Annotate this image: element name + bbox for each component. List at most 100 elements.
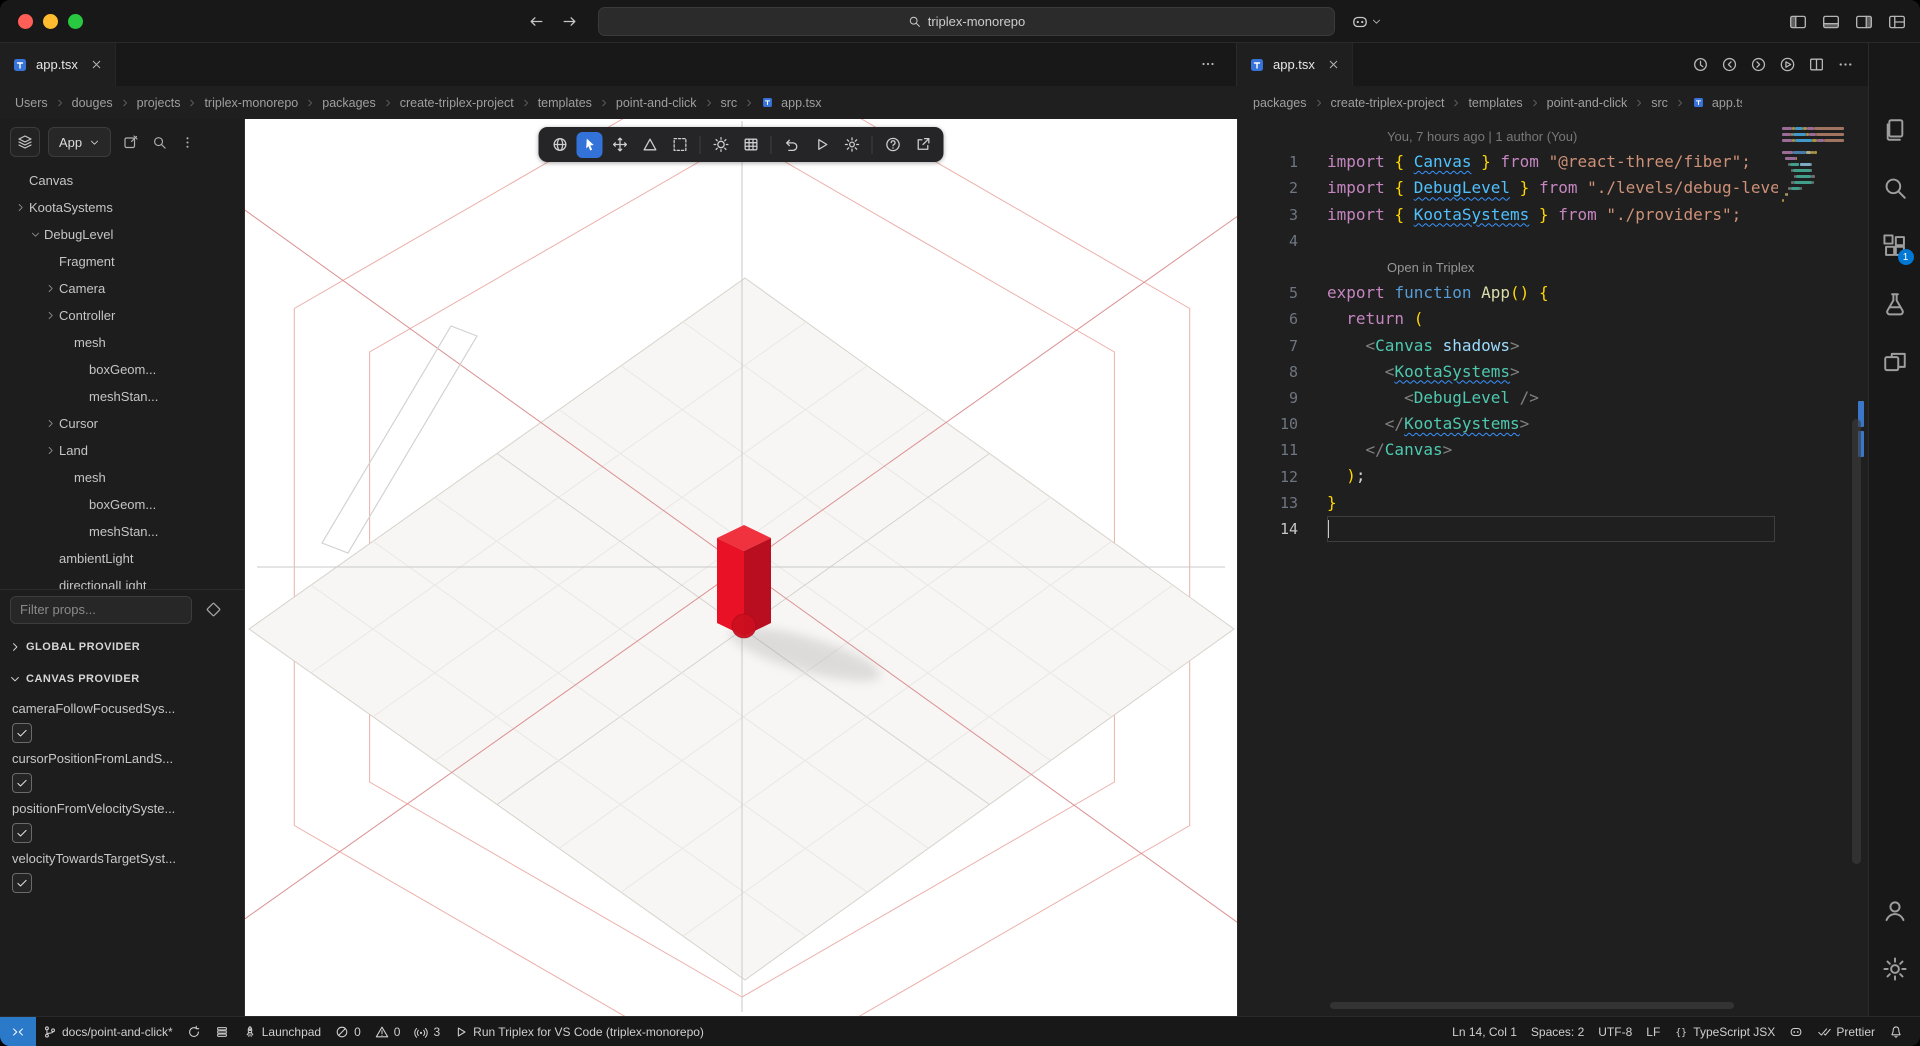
- next-change-icon[interactable]: [1750, 56, 1767, 73]
- provider-checkbox[interactable]: [12, 723, 32, 743]
- undo-icon[interactable]: [779, 132, 805, 158]
- code-line-6[interactable]: 6 return (: [1238, 306, 1783, 332]
- tree-item-mesh[interactable]: mesh: [0, 464, 244, 491]
- more-actions-icon[interactable]: [1200, 56, 1216, 72]
- section-canvas-provider[interactable]: CANVAS PROVIDER: [0, 665, 244, 693]
- status-formatter[interactable]: Prettier: [1810, 1017, 1882, 1046]
- toggle-primary-sidebar-icon[interactable]: [1789, 13, 1807, 31]
- tree-item-ambientlight[interactable]: ambientLight: [0, 545, 244, 572]
- status-warnings[interactable]: 0: [368, 1017, 408, 1046]
- minimap[interactable]: [1778, 119, 1846, 1016]
- extensions-icon[interactable]: 1: [1871, 223, 1919, 269]
- navigate-forward-icon[interactable]: [561, 13, 578, 30]
- section-global-provider[interactable]: GLOBAL PROVIDER: [0, 633, 244, 661]
- globe-icon[interactable]: [547, 132, 573, 158]
- code-editor[interactable]: You, 7 hours ago | 1 author (You)1import…: [1237, 119, 1868, 1016]
- status-stack[interactable]: [208, 1017, 236, 1046]
- status-ports[interactable]: 3: [407, 1017, 447, 1046]
- breadcrumb-item[interactable]: packages: [322, 96, 376, 110]
- chevron-right-icon[interactable]: [42, 310, 59, 321]
- zoom-window-button[interactable]: [68, 14, 83, 29]
- prev-change-icon[interactable]: [1721, 56, 1738, 73]
- split-editor-icon[interactable]: [1808, 56, 1825, 73]
- scene-render[interactable]: [245, 119, 1237, 1016]
- chevron-right-icon[interactable]: [42, 283, 59, 294]
- layers-button[interactable]: [10, 127, 40, 157]
- status-remote[interactable]: [0, 1017, 36, 1046]
- breadcrumb-item[interactable]: Users: [15, 96, 48, 110]
- breadcrumb-item[interactable]: templates: [1468, 96, 1522, 110]
- vertical-scrollbar[interactable]: [1852, 419, 1861, 864]
- code-line-5[interactable]: 5export function App() {: [1238, 280, 1783, 306]
- provider-checkbox[interactable]: [12, 773, 32, 793]
- gear-icon[interactable]: [839, 132, 865, 158]
- horizontal-scrollbar[interactable]: [1330, 1002, 1734, 1009]
- code-line-14[interactable]: 14: [1238, 516, 1783, 542]
- tree-item-camera[interactable]: Camera: [0, 275, 244, 302]
- component-select[interactable]: App: [48, 127, 111, 157]
- breadcrumb-item[interactable]: create-triplex-project: [400, 96, 514, 110]
- tree-item-mesh[interactable]: mesh: [0, 329, 244, 356]
- status-encoding[interactable]: UTF-8: [1591, 1017, 1639, 1046]
- 3d-viewport[interactable]: [245, 119, 1237, 1016]
- tab-editor-app-tsx[interactable]: app.tsx: [1237, 43, 1353, 86]
- minimize-window-button[interactable]: [43, 14, 58, 29]
- code-line-12[interactable]: 12 );: [1238, 463, 1783, 489]
- account-icon[interactable]: [1871, 888, 1919, 934]
- breadcrumb-item[interactable]: src: [721, 96, 738, 110]
- status-copilot[interactable]: [1782, 1017, 1810, 1046]
- toggle-blame-icon[interactable]: [1692, 56, 1709, 73]
- close-icon[interactable]: [90, 58, 103, 71]
- tree-item-boxgeom-[interactable]: boxGeom...: [0, 491, 244, 518]
- navigate-back-icon[interactable]: [528, 13, 545, 30]
- status-sync[interactable]: [180, 1017, 208, 1046]
- code-line-2[interactable]: 2import { DebugLevel } from "./levels/de…: [1238, 175, 1783, 201]
- customize-layout-icon[interactable]: [1888, 13, 1906, 31]
- search-icon[interactable]: [152, 135, 167, 150]
- status-launchpad[interactable]: Launchpad: [236, 1017, 328, 1046]
- tree-item-kootasystems[interactable]: KootaSystems: [0, 194, 244, 221]
- codelens-open-in-triplex[interactable]: Open in Triplex: [1238, 254, 1783, 280]
- breadcrumb-item[interactable]: point-and-click: [1547, 96, 1628, 110]
- tree-item-debuglevel[interactable]: DebugLevel: [0, 221, 244, 248]
- windows-icon[interactable]: [1871, 339, 1919, 385]
- code-line-7[interactable]: 7 <Canvas shadows>: [1238, 333, 1783, 359]
- status-cursor-position[interactable]: Ln 14, Col 1: [1445, 1017, 1524, 1046]
- select-cursor-icon[interactable]: [577, 132, 603, 158]
- settings-gear-icon[interactable]: [1871, 946, 1919, 992]
- sun-icon[interactable]: [708, 132, 734, 158]
- toggle-panel-icon[interactable]: [1822, 13, 1840, 31]
- status-errors[interactable]: 0: [328, 1017, 368, 1046]
- marquee-icon[interactable]: [667, 132, 693, 158]
- run-circle-icon[interactable]: [1779, 56, 1796, 73]
- tab-triplex-app-tsx[interactable]: app.tsx: [0, 43, 116, 86]
- close-window-button[interactable]: [18, 14, 33, 29]
- red-sphere[interactable]: [732, 614, 756, 638]
- tree-item-canvas[interactable]: Canvas: [0, 167, 244, 194]
- status-eol[interactable]: LF: [1639, 1017, 1667, 1046]
- provider-checkbox[interactable]: [12, 823, 32, 843]
- code-line-10[interactable]: 10 </KootaSystems>: [1238, 411, 1783, 437]
- breadcrumb-item[interactable]: create-triplex-project: [1331, 96, 1445, 110]
- play-icon[interactable]: [809, 132, 835, 158]
- breadcrumb-item[interactable]: templates: [538, 96, 592, 110]
- close-icon[interactable]: [1327, 58, 1340, 71]
- status-language[interactable]: {}TypeScript JSX: [1667, 1017, 1782, 1046]
- kebab-menu-icon[interactable]: [180, 135, 195, 150]
- tree-item-cursor[interactable]: Cursor: [0, 410, 244, 437]
- code-line-1[interactable]: 1import { Canvas } from "@react-three/fi…: [1238, 149, 1783, 175]
- command-center-search[interactable]: triplex-monorepo: [598, 7, 1335, 36]
- breadcrumb-item[interactable]: packages: [1253, 96, 1307, 110]
- chevron-right-icon[interactable]: [12, 202, 29, 213]
- tree-item-land[interactable]: Land: [0, 437, 244, 464]
- breadcrumb-item[interactable]: douges: [72, 96, 113, 110]
- status-run-triplex[interactable]: Run Triplex for VS Code (triplex-monorep…: [447, 1017, 711, 1046]
- code-line-3[interactable]: 3import { KootaSystems } from "./provide…: [1238, 202, 1783, 228]
- code-line-11[interactable]: 11 </Canvas>: [1238, 437, 1783, 463]
- status-notifications[interactable]: [1882, 1017, 1910, 1046]
- status-branch[interactable]: docs/point-and-click*: [36, 1017, 180, 1046]
- breadcrumb-item[interactable]: triplex-monorepo: [204, 96, 298, 110]
- copilot-menu[interactable]: [1351, 0, 1382, 43]
- more-icon[interactable]: [1837, 56, 1854, 73]
- beaker-icon[interactable]: [1871, 281, 1919, 327]
